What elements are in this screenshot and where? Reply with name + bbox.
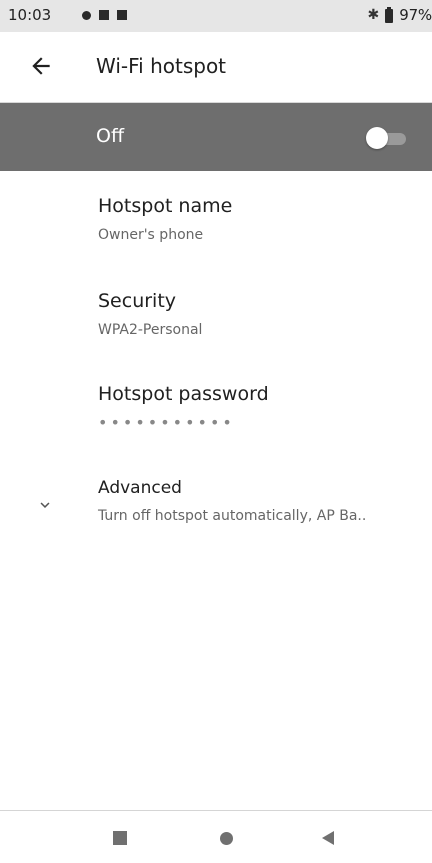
recents-square-icon[interactable] <box>113 831 127 845</box>
status-time: 10:03 <box>8 6 52 24</box>
system-icons: ✱ 97% <box>368 6 432 24</box>
notification-dot-icon <box>82 10 91 20</box>
setting-security[interactable]: Security WPA2-Personal <box>0 266 432 356</box>
app-bar: Wi-Fi hotspot <box>0 32 432 103</box>
status-bar: 10:03 ✱ 97% <box>0 0 432 32</box>
password-mask: ••••••••••• <box>98 413 235 432</box>
square-icon <box>117 10 127 20</box>
page-title: Wi-Fi hotspot <box>96 54 227 78</box>
setting-hotspot-password[interactable]: Hotspot password ••••••••••• <box>0 361 432 451</box>
back-triangle-icon[interactable] <box>322 831 334 845</box>
battery-level: 97% <box>399 6 432 24</box>
square-icon <box>99 10 109 20</box>
home-circle-icon[interactable] <box>220 832 233 845</box>
toggle-thumb <box>366 127 388 149</box>
navigation-bar <box>0 810 432 863</box>
battery-icon <box>385 7 394 23</box>
setting-summary: Owner's phone <box>98 227 204 243</box>
setting-advanced[interactable]: Advanced Turn off hotspot automatically,… <box>0 456 432 546</box>
arrow-left-icon[interactable] <box>28 53 54 79</box>
notification-icons <box>82 10 127 20</box>
setting-summary: WPA2-Personal <box>98 322 203 338</box>
bluetooth-icon: ✱ <box>367 7 380 23</box>
setting-title: Hotspot password <box>98 383 269 405</box>
setting-title: Security <box>98 290 177 312</box>
switch-label: Off <box>96 125 125 147</box>
setting-hotspot-name[interactable]: Hotspot name Owner's phone <box>0 171 432 261</box>
setting-summary: Turn off hotspot automatically, AP Ba.. <box>98 508 367 524</box>
setting-title: Hotspot name <box>98 195 233 217</box>
setting-title: Advanced <box>98 478 182 498</box>
hotspot-master-switch[interactable]: Off <box>0 103 432 171</box>
chevron-down-icon <box>40 502 50 508</box>
hotspot-toggle[interactable] <box>366 127 410 149</box>
